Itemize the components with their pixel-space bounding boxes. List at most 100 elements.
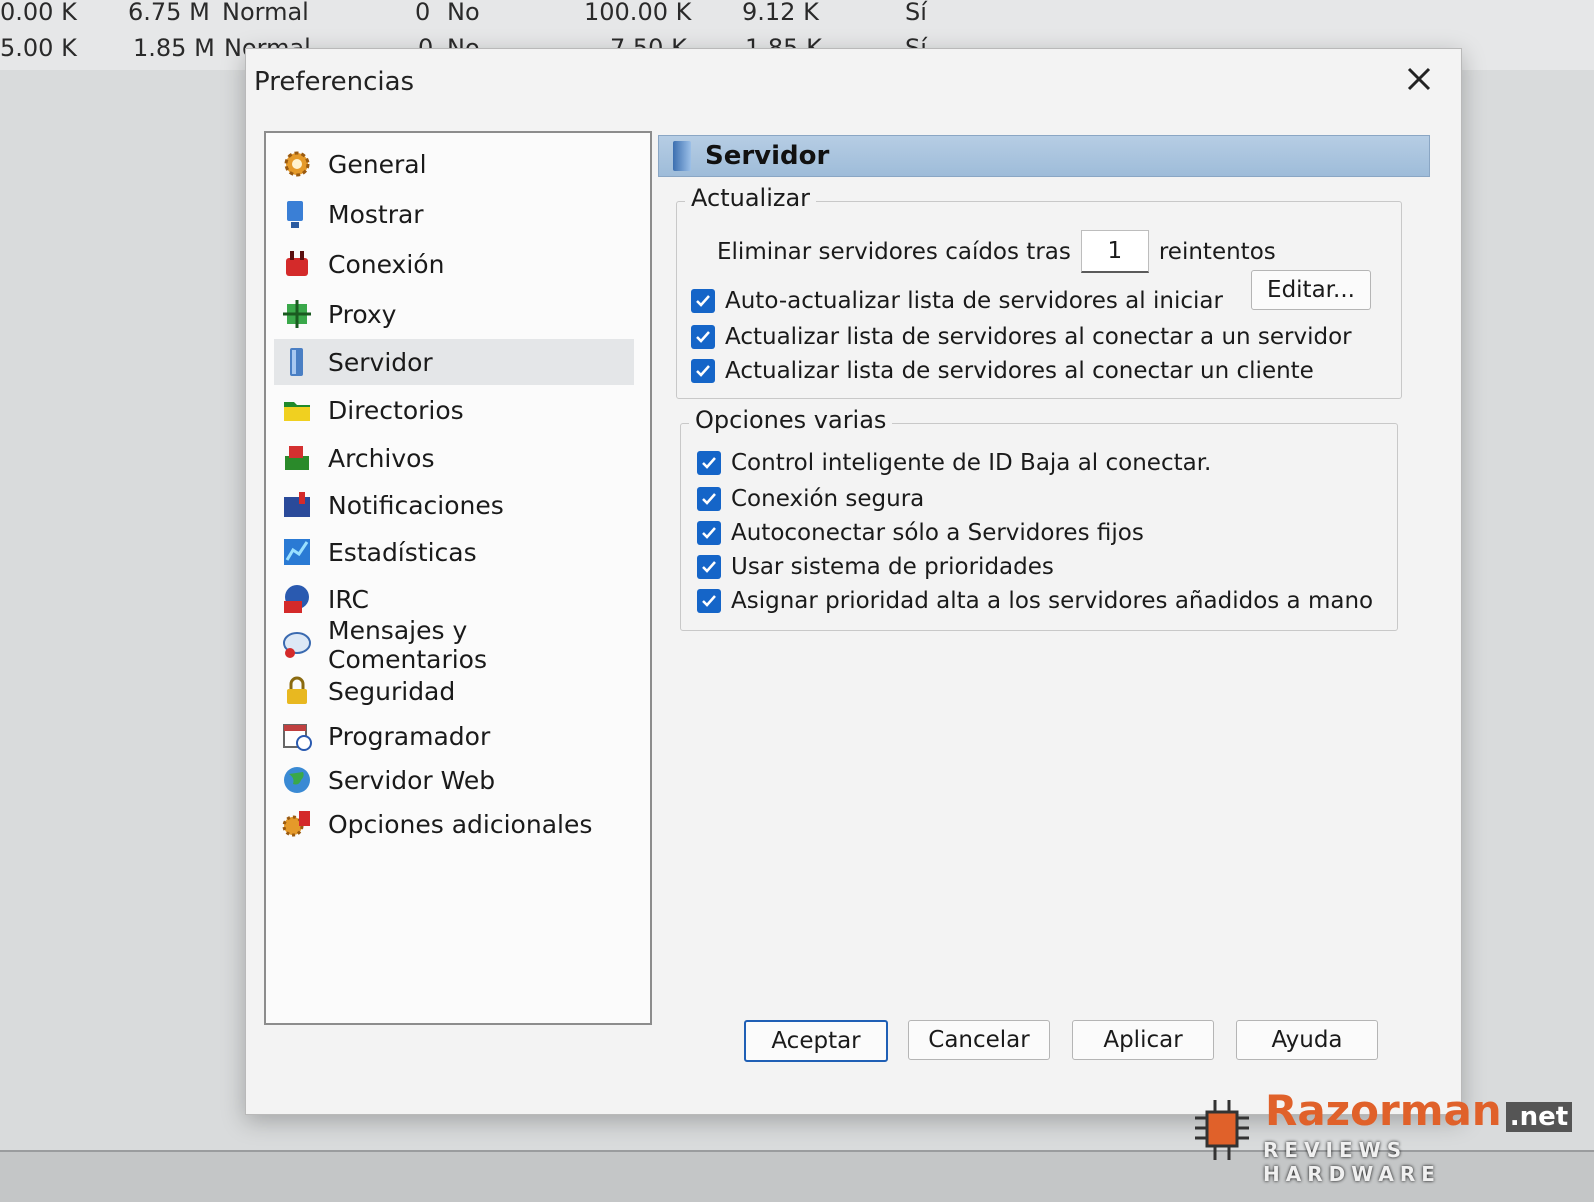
- preferences-dialog: Preferencias General Mostrar Conexión Pr…: [245, 48, 1462, 1115]
- update-group: Actualizar Eliminar servidores caídos tr…: [676, 184, 1402, 399]
- nav-item-servidor[interactable]: Servidor: [274, 339, 634, 385]
- watermark-tagline: REVIEWS HARDWARE: [1263, 1138, 1441, 1186]
- nav-item-conexion[interactable]: Conexión: [274, 241, 634, 287]
- checkbox-row[interactable]: Auto-actualizar lista de servidores al i…: [691, 288, 1223, 314]
- remove-label: Eliminar servidores caídos tras: [717, 238, 1071, 265]
- nav-item-label: Programador: [328, 721, 491, 751]
- messages-icon: [280, 628, 314, 662]
- checkbox-label: Usar sistema de prioridades: [731, 554, 1054, 580]
- checkbox[interactable]: [697, 589, 721, 613]
- files-icon: [280, 441, 314, 475]
- apply-button[interactable]: Aplicar: [1072, 1020, 1214, 1060]
- nav-item-label: Servidor: [328, 347, 433, 377]
- lock-icon: [280, 674, 314, 708]
- nav-item-archivos[interactable]: Archivos: [274, 435, 634, 481]
- edit-button[interactable]: Editar...: [1251, 270, 1371, 310]
- nav-item-opciones-adicionales[interactable]: Opciones adicionales: [274, 801, 634, 847]
- checkbox-row[interactable]: Actualizar lista de servidores al conect…: [691, 358, 1314, 384]
- proxy-icon: [280, 297, 314, 331]
- remove-servers-row: Eliminar servidores caídos tras 1 reinte…: [717, 230, 1276, 273]
- panel-title: Servidor: [705, 141, 830, 171]
- checkbox-label: Control inteligente de ID Baja al conect…: [731, 450, 1212, 476]
- checkbox-label: Conexión segura: [731, 486, 925, 512]
- nav-item-label: General: [328, 149, 427, 179]
- retries-input[interactable]: 1: [1080, 230, 1149, 273]
- checkbox[interactable]: [697, 521, 721, 545]
- server-icon: [280, 345, 314, 379]
- irc-icon: [280, 582, 314, 616]
- watermark-logo: Razorman .net REVIEWS HARDWARE: [1185, 1082, 1585, 1186]
- checkbox[interactable]: [697, 487, 721, 511]
- table-row: 0.00 K 6.75 M Normal 0 No 100.00 K 9.12 …: [0, 0, 927, 26]
- close-icon: [1407, 67, 1431, 91]
- nav-item-servidor-web[interactable]: Servidor Web: [274, 757, 634, 803]
- checkbox-row[interactable]: Conexión segura: [697, 486, 924, 512]
- watermark-brand: Razorman .net: [1265, 1086, 1573, 1135]
- notification-icon: [280, 488, 314, 522]
- display-icon: [280, 197, 314, 231]
- group-legend: Opciones varias: [689, 406, 893, 434]
- nav-item-label: Directorios: [328, 395, 464, 425]
- globe-icon: [280, 763, 314, 797]
- checkbox-row[interactable]: Control inteligente de ID Baja al conect…: [697, 450, 1211, 476]
- nav-item-label: IRC: [328, 584, 369, 614]
- nav-item-label: Archivos: [328, 443, 435, 473]
- checkbox[interactable]: [691, 325, 715, 349]
- nav-item-label: Seguridad: [328, 676, 456, 706]
- nav-item-label: Mensajes y Comentarios: [328, 616, 487, 674]
- check-icon: [702, 561, 716, 573]
- check-icon: [702, 493, 716, 505]
- check-icon: [696, 331, 710, 343]
- nav-item-label: Conexión: [328, 249, 445, 279]
- close-button[interactable]: [1397, 57, 1441, 101]
- nav-item-programador[interactable]: Programador: [274, 713, 634, 759]
- nav-item-proxy[interactable]: Proxy: [274, 291, 634, 337]
- check-icon: [702, 595, 716, 607]
- server-icon: [673, 141, 691, 171]
- nav-item-label: Mostrar: [328, 199, 424, 229]
- help-button[interactable]: Ayuda: [1236, 1020, 1378, 1060]
- panel-header: Servidor: [658, 135, 1430, 177]
- check-icon: [702, 457, 716, 469]
- checkbox-row[interactable]: Actualizar lista de servidores al conect…: [691, 324, 1352, 350]
- misc-options-group: Opciones varias Control inteligente de I…: [680, 406, 1398, 631]
- check-icon: [696, 365, 710, 377]
- checkbox-row[interactable]: Asignar prioridad alta a los servidores …: [697, 588, 1373, 614]
- checkbox-row[interactable]: Autoconectar sólo a Servidores fijos: [697, 520, 1144, 546]
- checkbox[interactable]: [691, 359, 715, 383]
- nav-item-label: Servidor Web: [328, 765, 496, 795]
- preferences-nav: General Mostrar Conexión Proxy Servidor: [264, 131, 652, 1025]
- nav-item-estadisticas[interactable]: Estadísticas: [274, 529, 634, 575]
- chip-icon: [1195, 1100, 1249, 1160]
- checkbox-label: Actualizar lista de servidores al conect…: [725, 358, 1314, 384]
- checkbox-row[interactable]: Usar sistema de prioridades: [697, 554, 1054, 580]
- settings-panel: Servidor Actualizar Eliminar servidores …: [658, 135, 1430, 1015]
- group-legend: Actualizar: [685, 184, 817, 212]
- calendar-icon: [280, 719, 314, 753]
- accept-button[interactable]: Aceptar: [744, 1020, 888, 1062]
- retries-label: reintentos: [1158, 238, 1276, 265]
- nav-item-general[interactable]: General: [274, 141, 634, 187]
- gear-icon: [280, 147, 314, 181]
- checkbox[interactable]: [697, 451, 721, 475]
- nav-item-notificaciones[interactable]: Notificaciones: [274, 482, 634, 528]
- nav-item-seguridad[interactable]: Seguridad: [274, 668, 634, 714]
- nav-item-label: Opciones adicionales: [328, 809, 593, 839]
- cancel-button[interactable]: Cancelar: [908, 1020, 1050, 1060]
- checkbox[interactable]: [691, 289, 715, 313]
- nav-item-label: Notificaciones: [328, 490, 504, 520]
- stats-icon: [280, 535, 314, 569]
- dialog-title: Preferencias: [254, 67, 415, 97]
- checkbox-label: Asignar prioridad alta a los servidores …: [731, 588, 1374, 614]
- nav-item-label: Proxy: [328, 299, 397, 329]
- check-icon: [696, 295, 710, 307]
- checkbox-label: Auto-actualizar lista de servidores al i…: [725, 288, 1223, 314]
- extra-options-icon: [280, 807, 314, 841]
- checkbox-label: Autoconectar sólo a Servidores fijos: [731, 520, 1144, 546]
- plug-icon: [280, 247, 314, 281]
- folder-icon: [280, 393, 314, 427]
- checkbox[interactable]: [697, 555, 721, 579]
- nav-item-directorios[interactable]: Directorios: [274, 387, 634, 433]
- nav-item-mostrar[interactable]: Mostrar: [274, 191, 634, 237]
- nav-item-mensajes[interactable]: Mensajes y Comentarios: [274, 616, 634, 674]
